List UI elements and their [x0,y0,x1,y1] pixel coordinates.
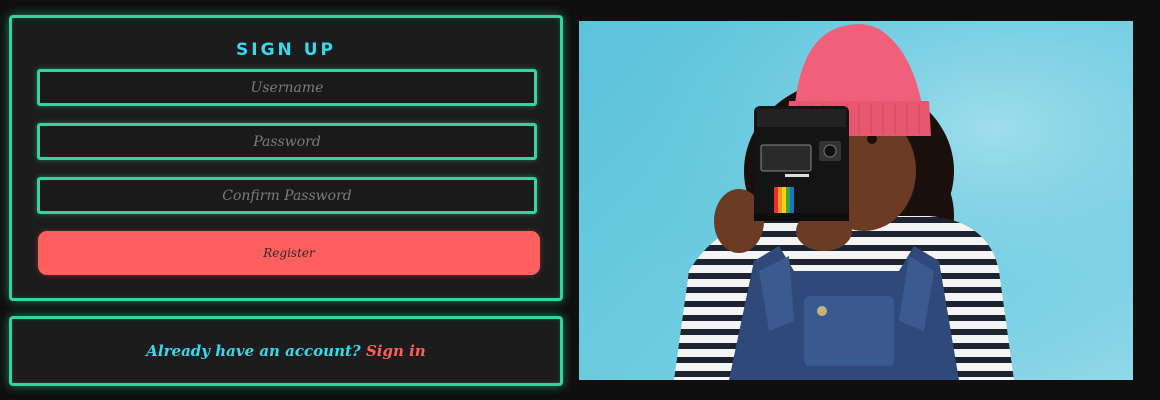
confirm-password-input[interactable] [37,177,537,214]
hero-image [579,21,1133,380]
register-button[interactable]: Register [38,231,540,275]
signin-link[interactable]: Sign in [366,342,426,360]
signup-title: Sign up [236,40,336,60]
camera-icon [754,106,849,221]
password-input[interactable] [37,123,537,160]
signin-panel: Already have an account? Sign in [9,316,563,386]
username-input[interactable] [37,69,537,106]
signup-form: Sign up Register [9,15,563,301]
child-with-camera-illustration [579,21,1133,380]
signin-prompt-text: Already have an account? [146,342,361,360]
signin-prompt: Already have an account? Sign in [146,342,425,360]
